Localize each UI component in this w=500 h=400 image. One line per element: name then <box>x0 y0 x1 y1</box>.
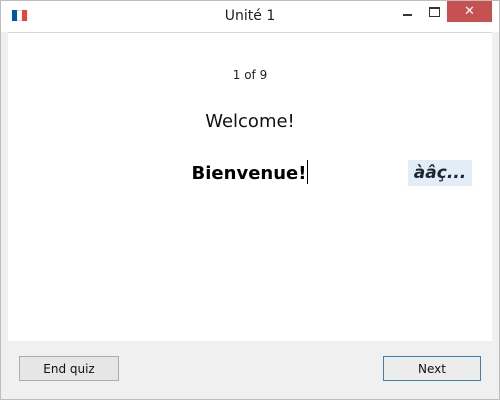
maximize-button[interactable] <box>421 1 447 22</box>
title-bar: Unité 1 ✕ <box>1 1 499 32</box>
app-window: Unité 1 ✕ 1 of 9 Welcome! Bienvenue! àâç… <box>0 0 500 400</box>
end-quiz-button[interactable]: End quiz <box>19 356 119 381</box>
next-button[interactable]: Next <box>383 356 481 381</box>
question-counter: 1 of 9 <box>232 68 268 82</box>
answer-text[interactable]: Bienvenue! <box>192 163 308 184</box>
accent-characters-button[interactable]: àâç... <box>408 160 472 186</box>
maximize-icon <box>428 6 440 17</box>
text-caret <box>307 160 309 184</box>
close-button[interactable]: ✕ <box>447 1 492 22</box>
close-icon: ✕ <box>464 4 475 19</box>
minimize-button[interactable] <box>394 1 421 22</box>
minimize-icon <box>403 13 412 16</box>
prompt-text: Welcome! <box>205 111 295 132</box>
quiz-panel: 1 of 9 Welcome! Bienvenue! àâç... <box>8 32 492 341</box>
footer-bar: End quiz Next <box>1 341 499 399</box>
